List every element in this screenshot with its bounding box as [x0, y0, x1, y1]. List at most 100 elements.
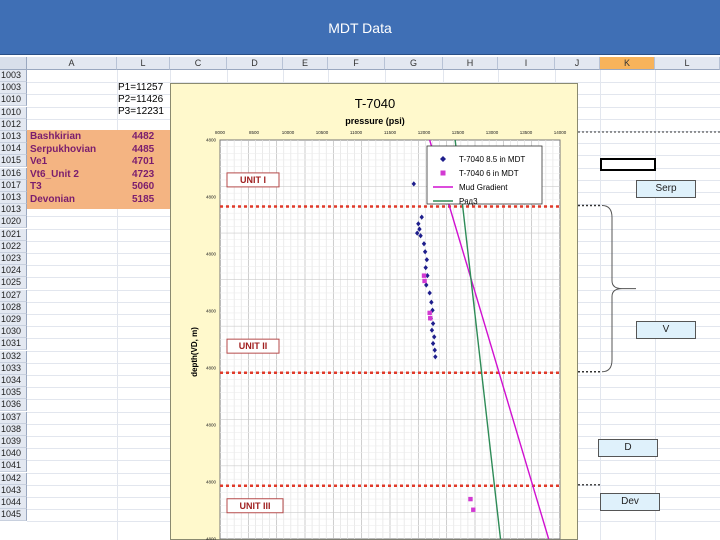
row-header[interactable]: 1013 — [0, 192, 27, 204]
row-header[interactable]: 1031 — [0, 338, 27, 351]
x-tick-label: 13000 — [486, 130, 499, 135]
unit-label: UNIT I — [240, 175, 266, 185]
column-header-d[interactable]: D — [227, 57, 283, 70]
row-header[interactable]: 1044 — [0, 497, 27, 509]
column-header-l[interactable]: L — [655, 57, 720, 70]
cell-p2[interactable]: P2=11426 — [118, 94, 163, 106]
row-header[interactable]: 1003 — [0, 82, 27, 95]
column-header-l[interactable]: L — [117, 57, 170, 70]
y-tick-label: 4800 — [206, 480, 217, 485]
row-header[interactable]: 1022 — [0, 240, 27, 253]
x-tick-label: 11500 — [384, 130, 397, 135]
x-tick-label: 14000 — [554, 130, 567, 135]
selected-cell-box[interactable] — [600, 158, 656, 171]
strata-name-cell[interactable]: Devonian — [30, 194, 75, 206]
y-tick-label: 4800 — [206, 138, 217, 143]
legend-swatch — [440, 170, 446, 176]
row-header[interactable]: 1034 — [0, 375, 27, 387]
x-tick-label: 12000 — [418, 130, 431, 135]
row-header[interactable]: 1042 — [0, 472, 27, 485]
strata-name-cell[interactable]: T3 — [30, 181, 42, 193]
mdt-6-point — [422, 278, 427, 284]
strata-name-cell[interactable]: Bashkirian — [30, 131, 81, 143]
row-header[interactable]: 1012 — [0, 118, 27, 131]
strata-depth-cell[interactable]: 5185 — [132, 194, 154, 206]
label-serp[interactable]: Serp — [636, 180, 696, 198]
column-header-j[interactable]: J — [555, 57, 600, 70]
row-header[interactable]: 1003 — [0, 70, 27, 82]
mdt-6-point — [468, 496, 473, 502]
label-dev[interactable]: Dev — [600, 493, 660, 511]
x-tick-label: 8500 — [249, 130, 260, 135]
y-tick-label: 4800 — [206, 195, 217, 200]
label-d[interactable]: D — [598, 439, 658, 457]
row-header[interactable]: 1039 — [0, 436, 27, 448]
column-header-f[interactable]: F — [328, 57, 385, 70]
cell-p3[interactable]: P3=12231 — [118, 106, 164, 118]
row-header[interactable]: 1041 — [0, 460, 27, 473]
strata-depth-cell[interactable]: 4723 — [132, 169, 154, 181]
row-header[interactable]: 1028 — [0, 301, 27, 314]
row-header[interactable]: 1027 — [0, 289, 27, 302]
row-header[interactable]: 1043 — [0, 484, 27, 497]
row-header[interactable]: 1033 — [0, 362, 27, 375]
y-axis-label: depth(VD, m) — [190, 327, 199, 377]
row-header[interactable]: 1029 — [0, 314, 27, 326]
row-header[interactable]: 1036 — [0, 399, 27, 412]
mdt-6-point — [428, 316, 433, 321]
strata-name-cell[interactable]: Serpukhovian — [30, 144, 96, 156]
row-header[interactable]: 1016 — [0, 167, 27, 180]
x-tick-label: 13500 — [520, 130, 533, 135]
spreadsheet[interactable]: ALCDEFGHIJKL 1003 1003 1010 1010 1012 1013 101… — [0, 55, 720, 540]
column-header-g[interactable]: G — [385, 57, 443, 70]
cell-p1[interactable]: P1=11257 — [118, 82, 163, 94]
legend-label: Mud Gradient — [459, 183, 508, 192]
row-header[interactable]: 1013 — [0, 204, 27, 217]
row-header[interactable]: 1030 — [0, 326, 27, 339]
x-axis-label: pressure (psi) — [345, 116, 405, 126]
column-header-k[interactable]: K — [600, 57, 655, 70]
strata-depth-cell[interactable]: 5060 — [132, 181, 154, 193]
row-header[interactable]: 1010 — [0, 94, 27, 107]
mdt-6-point — [427, 310, 432, 316]
select-all-corner[interactable] — [0, 57, 27, 70]
row-header[interactable]: 1020 — [0, 216, 27, 229]
row-header[interactable]: 1014 — [0, 143, 27, 156]
row-header[interactable]: 1032 — [0, 350, 27, 363]
strata-name-cell[interactable]: Vt6_Unit 2 — [30, 169, 79, 181]
row-header[interactable]: 1023 — [0, 253, 27, 265]
column-gridline — [600, 70, 601, 540]
row-header[interactable]: 1035 — [0, 387, 27, 400]
column-header-a[interactable]: A — [27, 57, 117, 70]
row-header[interactable]: 1013 — [0, 131, 27, 143]
row-header[interactable]: 1017 — [0, 179, 27, 192]
row-header[interactable]: 1038 — [0, 423, 27, 436]
legend-label: T-7040 8.5 in MDT — [459, 155, 525, 164]
column-header-e[interactable]: E — [283, 57, 328, 70]
row-header[interactable]: 1037 — [0, 411, 27, 424]
label-v[interactable]: V — [636, 321, 696, 339]
strata-depth-cell[interactable]: 4482 — [132, 131, 154, 143]
strata-depth-cell[interactable]: 4485 — [132, 144, 154, 156]
row-header[interactable]: 1021 — [0, 228, 27, 241]
row-header[interactable]: 1015 — [0, 155, 27, 168]
x-tick-label: 10500 — [316, 130, 329, 135]
row-header[interactable]: 1025 — [0, 277, 27, 290]
chart-title: T-7040 — [355, 96, 395, 111]
row-header[interactable]: 1010 — [0, 106, 27, 119]
column-header-i[interactable]: I — [498, 57, 555, 70]
row-header[interactable]: 1040 — [0, 448, 27, 461]
y-tick-label: 4800 — [206, 423, 217, 428]
unit-label: UNIT III — [240, 501, 271, 511]
window-title: MDT Data — [328, 20, 392, 36]
row-header[interactable]: 1045 — [0, 509, 27, 522]
y-tick-label: 4800 — [206, 537, 217, 540]
unit-label: UNIT II — [239, 341, 268, 351]
column-header-h[interactable]: H — [443, 57, 498, 70]
column-header-c[interactable]: C — [170, 57, 227, 70]
strata-name-cell[interactable]: Ve1 — [30, 156, 47, 168]
row-header[interactable]: 1024 — [0, 265, 27, 278]
mdt-chart[interactable]: 8000 8500 10000 10500 11000 11500 12000 12500 13… — [170, 83, 578, 540]
strata-depth-cell[interactable]: 4701 — [132, 156, 154, 168]
column-gridline — [655, 70, 656, 540]
